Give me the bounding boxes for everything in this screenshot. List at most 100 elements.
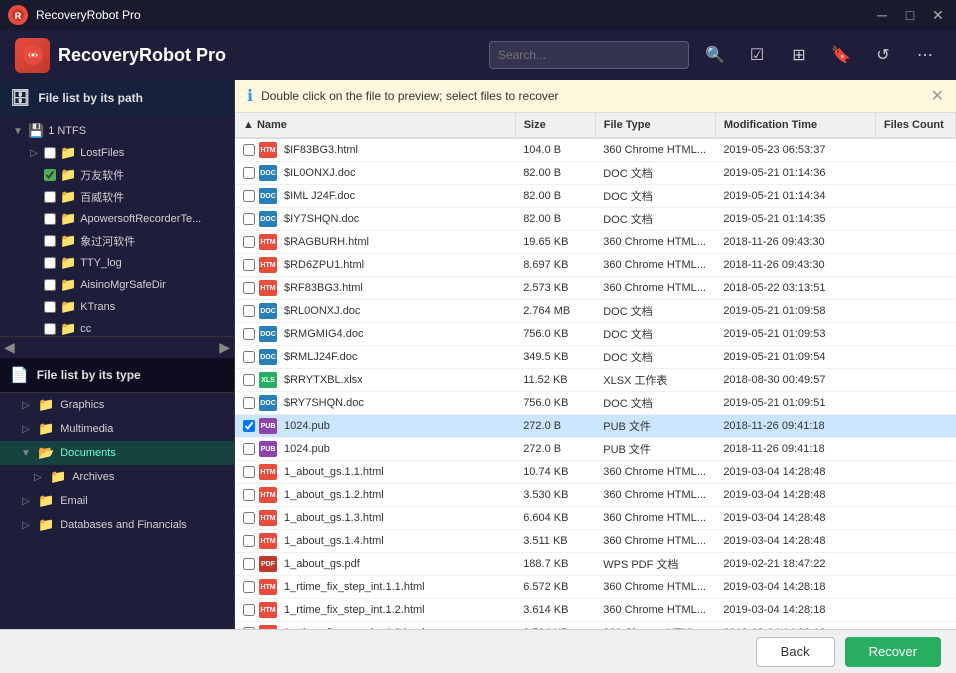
- col-header-type[interactable]: File Type: [595, 113, 715, 138]
- tree-item-cc[interactable]: 📁 cc: [0, 318, 234, 336]
- row-checkbox[interactable]: [243, 558, 255, 570]
- search-input[interactable]: [489, 41, 689, 69]
- file-name: 1_about_gs.1.2.html: [284, 489, 384, 501]
- lostfiles-checkbox[interactable]: [44, 147, 56, 159]
- type-item-graphics[interactable]: ▷ 📁 Graphics: [0, 393, 234, 417]
- bookmark-icon[interactable]: 🔖: [825, 39, 857, 71]
- refresh-icon[interactable]: ↺: [867, 39, 899, 71]
- row-checkbox[interactable]: [243, 512, 255, 524]
- table-row[interactable]: HTM 1_about_gs.1.3.html 6.604 KB 360 Chr…: [235, 507, 956, 530]
- row-checkbox[interactable]: [243, 167, 255, 179]
- aisino-checkbox[interactable]: [44, 279, 56, 291]
- tree-item-ktrans[interactable]: 📁 KTrans: [0, 296, 234, 318]
- type-item-documents[interactable]: ▼ 📂 Documents: [0, 441, 234, 465]
- table-row[interactable]: HTM 1_about_gs.1.4.html 3.511 KB 360 Chr…: [235, 530, 956, 553]
- xiangguo-checkbox[interactable]: [44, 235, 56, 247]
- row-checkbox[interactable]: [243, 627, 255, 629]
- row-checkbox[interactable]: [243, 190, 255, 202]
- minimize-button[interactable]: ─: [872, 5, 892, 25]
- table-row[interactable]: XLS $RRYTXBL.xlsx 11.52 KB XLSX 工作表 2018…: [235, 369, 956, 392]
- row-checkbox[interactable]: [243, 351, 255, 363]
- row-checkbox[interactable]: [243, 397, 255, 409]
- file-count: [875, 530, 955, 553]
- row-checkbox[interactable]: [243, 305, 255, 317]
- table-row[interactable]: DOC $IL0ONXJ.doc 82.00 B DOC 文档 2019-05-…: [235, 162, 956, 185]
- row-checkbox[interactable]: [243, 213, 255, 225]
- row-checkbox[interactable]: [243, 489, 255, 501]
- table-row[interactable]: DOC $IML J24F.doc 82.00 B DOC 文档 2019-05…: [235, 185, 956, 208]
- maximize-button[interactable]: □: [900, 5, 920, 25]
- table-row[interactable]: HTM 1_about_gs.1.1.html 10.74 KB 360 Chr…: [235, 461, 956, 484]
- row-checkbox[interactable]: [243, 420, 255, 432]
- col-header-name[interactable]: ▲ Name: [235, 113, 515, 138]
- type-item-multimedia[interactable]: ▷ 📁 Multimedia: [0, 417, 234, 441]
- tree-item-ttylog[interactable]: 📁 TTY_log: [0, 252, 234, 274]
- scroll-right-icon[interactable]: ▶: [219, 339, 230, 356]
- grid-icon[interactable]: ⊞: [783, 39, 815, 71]
- tree-item-aisino[interactable]: 📁 AisinoMgrSafeDir: [0, 274, 234, 296]
- tree-item-baiwei[interactable]: 📁 百威软件: [0, 186, 234, 208]
- table-row[interactable]: PDF 1_about_gs.pdf 188.7 KB WPS PDF 文档 2…: [235, 553, 956, 576]
- file-type-icon: DOC: [259, 188, 277, 204]
- file-type: 360 Chrome HTML...: [595, 461, 715, 484]
- type-item-email[interactable]: ▷ 📁 Email: [0, 489, 234, 513]
- row-checkbox[interactable]: [243, 535, 255, 547]
- scroll-left-icon[interactable]: ◀: [4, 339, 15, 356]
- tree-item-xiangguo[interactable]: 📁 象过河软件: [0, 230, 234, 252]
- table-row[interactable]: DOC $RL0ONXJ.doc 2.764 MB DOC 文档 2019-05…: [235, 300, 956, 323]
- table-row[interactable]: DOC $RMGMIG4.doc 756.0 KB DOC 文档 2019-05…: [235, 323, 956, 346]
- type-item-databases[interactable]: ▷ 📁 Databases and Financials: [0, 513, 234, 537]
- row-checkbox[interactable]: [243, 604, 255, 616]
- table-row[interactable]: HTM $RAGBURH.html 19.65 KB 360 Chrome HT…: [235, 231, 956, 254]
- row-checkbox[interactable]: [243, 236, 255, 248]
- checkbox-icon[interactable]: ☑: [741, 39, 773, 71]
- table-row[interactable]: HTM $RF83BG3.html 2.573 KB 360 Chrome HT…: [235, 277, 956, 300]
- table-row[interactable]: HTM 1_about_gs.1.2.html 3.530 KB 360 Chr…: [235, 484, 956, 507]
- back-button[interactable]: Back: [756, 637, 835, 667]
- menu-icon[interactable]: ⋯: [909, 39, 941, 71]
- ttylog-checkbox[interactable]: [44, 257, 56, 269]
- file-table-body: HTM $IF83BG3.html 104.0 B 360 Chrome HTM…: [235, 138, 956, 629]
- info-close-button[interactable]: ✕: [931, 86, 944, 106]
- table-row[interactable]: PUB 1024.pub 272.0 B PUB 文件 2018-11-26 0…: [235, 415, 956, 438]
- footer: Back Recover: [0, 629, 956, 673]
- table-row[interactable]: PUB 1024.pub 272.0 B PUB 文件 2018-11-26 0…: [235, 438, 956, 461]
- table-row[interactable]: HTM 1_rtime_fix_step_int.1.1.html 6.572 …: [235, 576, 956, 599]
- table-row[interactable]: DOC $IY7SHQN.doc 82.00 B DOC 文档 2019-05-…: [235, 208, 956, 231]
- row-checkbox[interactable]: [243, 259, 255, 271]
- table-row[interactable]: DOC $RY7SHQN.doc 756.0 KB DOC 文档 2019-05…: [235, 392, 956, 415]
- row-checkbox[interactable]: [243, 282, 255, 294]
- baiwei-checkbox[interactable]: [44, 191, 56, 203]
- table-row[interactable]: HTM $IF83BG3.html 104.0 B 360 Chrome HTM…: [235, 138, 956, 162]
- row-checkbox[interactable]: [243, 443, 255, 455]
- ktrans-checkbox[interactable]: [44, 301, 56, 313]
- recover-button[interactable]: Recover: [845, 637, 941, 667]
- table-row[interactable]: HTM $RD6ZPU1.html 8.697 KB 360 Chrome HT…: [235, 254, 956, 277]
- row-checkbox[interactable]: [243, 374, 255, 386]
- cc-checkbox[interactable]: [44, 323, 56, 335]
- tree-item-lostfiles[interactable]: ▷ 📁 LostFiles: [0, 142, 234, 164]
- tree-item-wanyou[interactable]: 📁 万友软件: [0, 164, 234, 186]
- close-button[interactable]: ✕: [928, 5, 948, 25]
- row-checkbox[interactable]: [243, 328, 255, 340]
- row-checkbox[interactable]: [243, 581, 255, 593]
- search-icon[interactable]: 🔍: [699, 39, 731, 71]
- table-row[interactable]: HTM 1_rtime_fix_step_int.1.2.html 3.614 …: [235, 599, 956, 622]
- tree-item-ntfs[interactable]: ▼ 💾 1 NTFS: [0, 120, 234, 142]
- table-row[interactable]: DOC $RMLJ24F.doc 349.5 KB DOC 文档 2019-05…: [235, 346, 956, 369]
- col-header-count[interactable]: Files Count: [875, 113, 955, 138]
- file-name: $IL0ONXJ.doc: [284, 167, 356, 179]
- col-header-size[interactable]: Size: [515, 113, 595, 138]
- tree-item-apowersoft[interactable]: 📁 ApowersoftRecorderTe...: [0, 208, 234, 230]
- row-checkbox[interactable]: [243, 144, 255, 156]
- archives-folder-icon: 📁: [50, 469, 66, 485]
- type-label: Documents: [60, 447, 116, 459]
- type-item-archives[interactable]: ▷ 📁 Archives: [0, 465, 234, 489]
- table-row[interactable]: HTM 1_rtime_fix_step_int.1.3.html 3.794 …: [235, 622, 956, 630]
- wanyou-checkbox[interactable]: [44, 169, 56, 181]
- file-type-icon: HTM: [259, 280, 277, 296]
- col-header-mtime[interactable]: Modification Time: [715, 113, 875, 138]
- apowersoft-checkbox[interactable]: [44, 213, 56, 225]
- expand-icon: ▼: [12, 125, 24, 137]
- row-checkbox[interactable]: [243, 466, 255, 478]
